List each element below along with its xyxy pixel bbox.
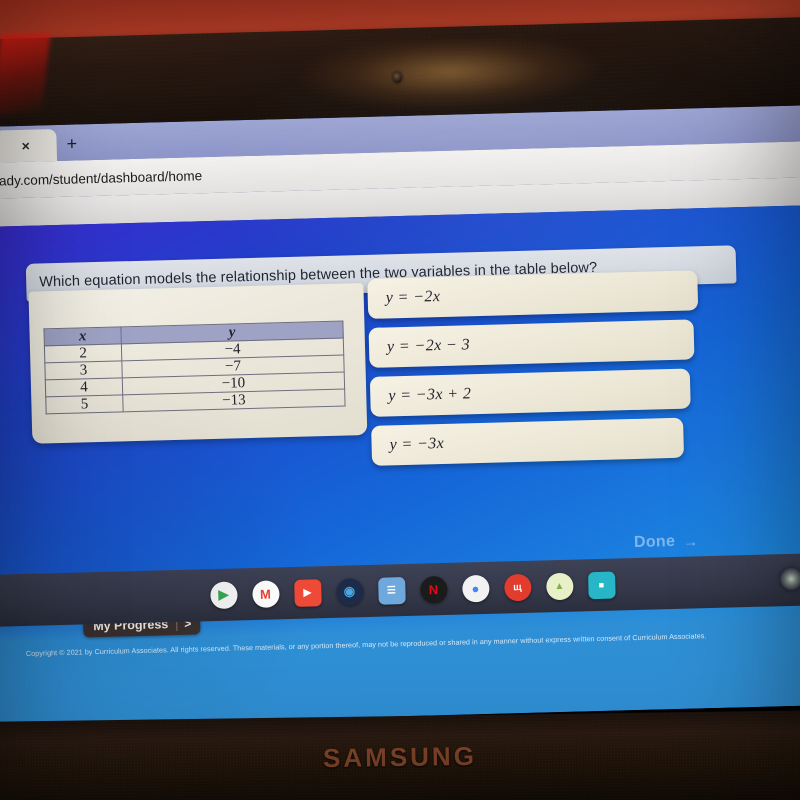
answer-choice-label: y = −3x — [389, 434, 445, 454]
youtube-glyph: ▶ — [303, 586, 312, 599]
media-player-glyph: ◉ — [343, 583, 356, 599]
system-status-icon[interactable] — [779, 567, 800, 591]
cell-x: 2 — [44, 343, 122, 363]
gmail-glyph: M — [259, 586, 272, 602]
chrome-glyph: ● — [471, 580, 480, 596]
red-app-glyph: щ — [513, 581, 522, 593]
iready-lesson-page: Which equation models the relationship b… — [0, 204, 800, 728]
play-store-glyph: ▶ — [218, 586, 229, 602]
new-tab-icon[interactable]: + — [66, 133, 77, 153]
google-docs-icon[interactable]: ☰ — [377, 576, 406, 605]
browser-tab[interactable]: × — [0, 129, 58, 163]
laptop-screen: × + i-ready.com/student/dashboard/home ☆… — [0, 104, 800, 728]
cell-x: 3 — [44, 360, 123, 380]
arrow-right-icon: → — [682, 532, 699, 551]
answer-choice-1[interactable]: y = −2x — [367, 270, 699, 319]
media-player-icon[interactable]: ◉ — [335, 577, 364, 606]
answer-choice-4[interactable]: y = −3x — [371, 417, 685, 466]
done-button[interactable]: Done → — [611, 526, 722, 559]
red-app-icon[interactable]: щ — [503, 573, 532, 601]
values-table: x y 2 −4 3 −7 4 −10 5 −13 — [43, 320, 346, 415]
photo-of-laptop-screen: × + i-ready.com/student/dashboard/home ☆… — [0, 0, 800, 800]
youtube-icon[interactable]: ▶ — [293, 578, 322, 607]
taskbar-app-list: ▶ M ▶ ◉ ☰ N ● щ ▲ ■ — [209, 571, 616, 609]
cell-x: 4 — [45, 377, 123, 397]
answer-choice-3[interactable]: y = −3x + 2 — [369, 368, 691, 417]
gmail-icon[interactable]: M — [251, 579, 280, 608]
google-docs-glyph: ☰ — [386, 584, 397, 597]
column-header-x: x — [43, 326, 122, 346]
cell-x: 5 — [45, 394, 124, 414]
chrome-icon[interactable]: ● — [461, 574, 490, 603]
play-store-icon[interactable]: ▶ — [209, 580, 238, 609]
table-panel: x y 2 −4 3 −7 4 −10 5 −13 — [28, 283, 368, 444]
camera-app-glyph: ■ — [598, 579, 605, 590]
netflix-icon[interactable]: N — [419, 575, 448, 604]
camera-app-icon[interactable]: ■ — [587, 571, 616, 599]
done-button-label: Done — [633, 532, 676, 552]
close-icon[interactable]: × — [21, 138, 30, 154]
answer-choice-label: y = −3x + 2 — [388, 385, 472, 405]
answer-choice-2[interactable]: y = −2x − 3 — [368, 319, 695, 368]
green-app-glyph: ▲ — [554, 580, 565, 592]
answer-choice-label: y = −2x — [385, 288, 441, 307]
answer-choice-list: y = −2x y = −2x − 3 y = −3x + 2 y = −3x — [367, 270, 702, 475]
green-app-icon[interactable]: ▲ — [545, 572, 574, 600]
url-text: i-ready.com/student/dashboard/home — [0, 167, 203, 189]
answer-choice-label: y = −2x − 3 — [386, 336, 471, 356]
bezel-light-reflection — [299, 35, 601, 115]
netflix-glyph: N — [428, 581, 439, 597]
